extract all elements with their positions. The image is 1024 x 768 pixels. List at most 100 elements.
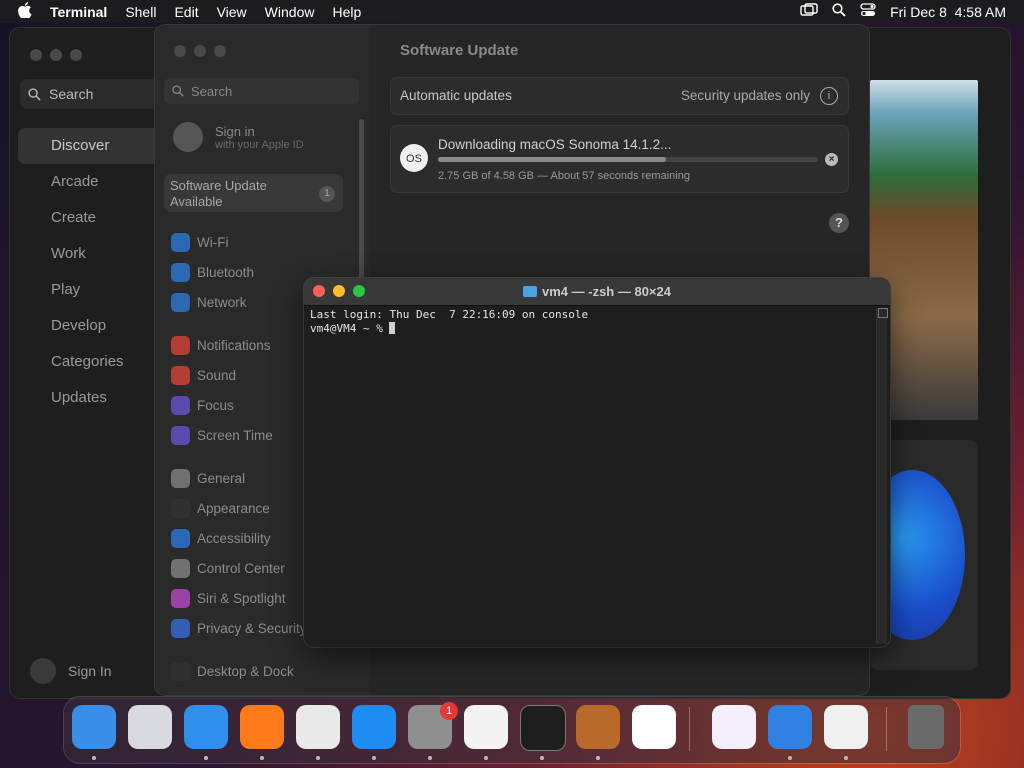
- dock-vscode-icon[interactable]: [632, 705, 676, 749]
- terminal-cursor: [389, 322, 396, 334]
- menu-edit[interactable]: Edit: [174, 4, 198, 20]
- nav-categories[interactable]: Categories: [18, 344, 168, 380]
- download-status: 2.75 GB of 4.58 GB — About 57 seconds re…: [438, 170, 690, 182]
- sidebar-item-sound[interactable]: Sound: [171, 363, 236, 387]
- terminal-title-text: vm4 — -zsh — 80×24: [542, 284, 671, 299]
- sidebar-item-bluetooth[interactable]: Bluetooth: [171, 260, 254, 284]
- sidebar-item-notifications[interactable]: Notifications: [171, 333, 271, 357]
- cancel-download-icon[interactable]: ×: [825, 153, 838, 166]
- help-button[interactable]: ?: [829, 213, 849, 233]
- folder-icon: [523, 286, 537, 297]
- dock-archive-utility-icon[interactable]: [824, 705, 868, 749]
- search-icon: [28, 87, 41, 101]
- automatic-updates-row[interactable]: Automatic updates Security updates only …: [390, 77, 849, 115]
- menu-app-name[interactable]: Terminal: [50, 4, 107, 20]
- window-close-button[interactable]: [30, 49, 42, 61]
- running-indicator: [316, 756, 320, 760]
- sidebar-item-label: Network: [197, 294, 247, 310]
- sidebar-item-privacy-security[interactable]: Privacy & Security: [171, 616, 307, 640]
- running-indicator: [372, 756, 376, 760]
- apple-id-sign-in[interactable]: Sign in with your Apple ID: [173, 122, 304, 152]
- window-close-button[interactable]: [174, 45, 186, 57]
- dock-finder-icon[interactable]: [72, 705, 116, 749]
- terminal-prompt: vm4@VM4 ~ %: [310, 322, 390, 335]
- menu-clock[interactable]: Fri Dec 8 4:58 AM: [890, 4, 1006, 20]
- dock-launchpad-icon[interactable]: [128, 705, 172, 749]
- control-center-icon[interactable]: [860, 3, 876, 20]
- sidebar-item-screen-time[interactable]: Screen Time: [171, 423, 273, 447]
- sidebar-item-label: Desktop & Dock: [197, 663, 294, 679]
- window-zoom-button[interactable]: [70, 49, 82, 61]
- avatar: [173, 122, 203, 152]
- download-progress-panel: OS Downloading macOS Sonoma 14.1.2... 2.…: [390, 125, 849, 193]
- avatar: [30, 658, 56, 684]
- settings-search-field[interactable]: Search: [164, 78, 359, 104]
- nav-arcade[interactable]: Arcade: [18, 164, 168, 200]
- sign-in-sublabel: with your Apple ID: [215, 138, 304, 151]
- running-indicator: [540, 756, 544, 760]
- sidebar-item-label: Focus: [197, 397, 234, 413]
- window-minimize-button[interactable]: [194, 45, 206, 57]
- menu-help[interactable]: Help: [332, 4, 361, 20]
- terminal-window[interactable]: vm4 — -zsh — 80×24 Last login: Thu Dec 7…: [304, 278, 890, 647]
- sidebar-item-control-center[interactable]: Control Center: [171, 556, 285, 580]
- software-update-available-item[interactable]: Software Update Available 1: [164, 174, 343, 212]
- sidebar-item-label: Notifications: [197, 337, 271, 353]
- sound-icon: [171, 365, 190, 385]
- sidebar-item-accessibility[interactable]: Accessibility: [171, 526, 271, 550]
- running-indicator: [428, 756, 432, 760]
- bluetooth-icon: [171, 262, 190, 282]
- sidebar-item-desktop-dock[interactable]: Desktop & Dock: [171, 659, 294, 683]
- app-store-search-field[interactable]: Search: [20, 79, 160, 109]
- page-title: Software Update: [400, 42, 519, 59]
- screen-mirroring-icon[interactable]: [800, 3, 818, 20]
- automatic-updates-value: Security updates only: [680, 88, 810, 103]
- nav-develop[interactable]: Develop: [18, 308, 168, 344]
- appearance-icon: [171, 498, 190, 518]
- dock-garageband-icon[interactable]: [576, 705, 620, 749]
- window-zoom-button[interactable]: [214, 45, 226, 57]
- running-indicator: [92, 756, 96, 760]
- sidebar-item-siri-spotlight[interactable]: Siri & Spotlight: [171, 586, 286, 610]
- sign-in-label: Sign in: [215, 123, 255, 139]
- nav-create[interactable]: Create: [18, 200, 168, 236]
- running-indicator: [596, 756, 600, 760]
- apple-menu-icon[interactable]: [18, 1, 32, 22]
- download-title: Downloading macOS Sonoma 14.1.2...: [438, 137, 672, 152]
- dock-visual-studio-icon[interactable]: [712, 705, 756, 749]
- app-store-sidebar: Discover Arcade Create Work Play Develop…: [18, 128, 168, 416]
- dock-firefox-icon[interactable]: [240, 705, 284, 749]
- app-store-sign-in[interactable]: Sign In: [30, 658, 112, 684]
- terminal-output[interactable]: Last login: Thu Dec 7 22:16:09 on consol…: [310, 308, 588, 336]
- terminal-titlebar[interactable]: vm4 — -zsh — 80×24: [304, 278, 890, 306]
- running-indicator: [484, 756, 488, 760]
- spotlight-search-icon[interactable]: [832, 3, 846, 20]
- nav-work[interactable]: Work: [18, 236, 168, 272]
- nav-play[interactable]: Play: [18, 272, 168, 308]
- info-icon[interactable]: i: [820, 87, 838, 105]
- terminal-title: vm4 — -zsh — 80×24: [304, 284, 890, 299]
- sidebar-item-network[interactable]: Network: [171, 290, 247, 314]
- dock-trash-icon[interactable]: [908, 705, 944, 749]
- wi-fi-icon: [171, 232, 190, 252]
- sidebar-item-label: Wi-Fi: [197, 234, 229, 250]
- automatic-updates-label: Automatic updates: [400, 88, 512, 103]
- sidebar-item-wi-fi[interactable]: Wi-Fi: [171, 230, 228, 254]
- menu-window[interactable]: Window: [265, 4, 315, 20]
- dock-safari-icon[interactable]: [184, 705, 228, 749]
- window-minimize-button[interactable]: [50, 49, 62, 61]
- dock-app-store-icon[interactable]: [352, 705, 396, 749]
- terminal-scrollbar[interactable]: [876, 308, 888, 644]
- dock-textedit-icon[interactable]: [464, 705, 508, 749]
- scroll-split-icon[interactable]: [878, 308, 888, 318]
- menu-view[interactable]: View: [217, 4, 247, 20]
- sidebar-item-focus[interactable]: Focus: [171, 393, 234, 417]
- sidebar-item-general[interactable]: General: [171, 466, 245, 490]
- menu-shell[interactable]: Shell: [125, 4, 156, 20]
- sidebar-item-appearance[interactable]: Appearance: [171, 496, 270, 520]
- dock-chrome-icon[interactable]: [296, 705, 340, 749]
- dock-terminal-icon[interactable]: [520, 705, 566, 751]
- nav-discover[interactable]: Discover: [18, 128, 168, 164]
- dock-weather-icon[interactable]: [768, 705, 812, 749]
- nav-updates[interactable]: Updates: [18, 380, 168, 416]
